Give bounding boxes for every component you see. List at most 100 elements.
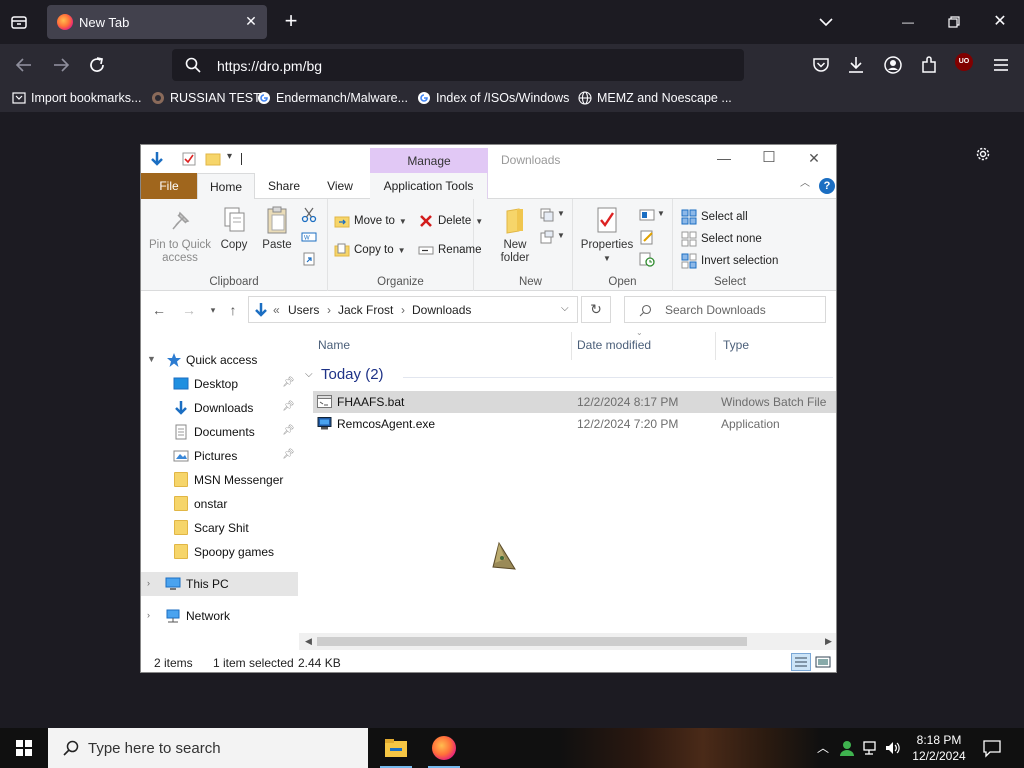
bookmark-item[interactable]: MEMZ and Noescape ... — [578, 91, 732, 105]
new-item-icon[interactable] — [539, 207, 555, 223]
open-icon[interactable] — [639, 207, 655, 223]
minimize-button[interactable]: — — [898, 12, 918, 32]
extensions-icon[interactable] — [918, 54, 940, 76]
window-close-button[interactable]: ✕ — [990, 12, 1010, 32]
search-input[interactable]: Search Downloads — [624, 296, 826, 323]
new-folder-button[interactable]: New folder — [495, 205, 535, 265]
show-hidden-icons-chevron-icon[interactable]: ︿ — [814, 739, 832, 757]
volume-icon[interactable] — [884, 739, 902, 757]
new-item-caret[interactable]: ▼ — [557, 209, 565, 218]
column-separator[interactable] — [715, 332, 716, 360]
taskbar-clock[interactable]: 8:18 PM 12/2/2024 — [906, 732, 972, 764]
copy-path-icon[interactable]: W — [301, 229, 317, 245]
nav-network[interactable]: › Network — [141, 604, 298, 628]
expanded-chevron-icon[interactable]: ▼ — [147, 354, 156, 364]
hamburger-menu-icon[interactable] — [990, 54, 1012, 76]
column-header-date-modified[interactable]: Date modified — [577, 338, 651, 352]
taskbar-firefox[interactable] — [420, 728, 468, 768]
rename-button[interactable]: Rename — [418, 242, 481, 258]
taskbar-file-explorer[interactable] — [372, 728, 420, 768]
restore-button[interactable] — [944, 12, 964, 32]
nav-pictures[interactable]: Pictures 📌︎ — [141, 444, 298, 468]
horizontal-scrollbar[interactable]: ◀ ▶ — [299, 633, 836, 650]
tab-view[interactable]: View — [315, 173, 365, 199]
bookmark-item[interactable]: RUSSIAN TEST — [151, 91, 261, 105]
paste-button[interactable]: Paste — [257, 205, 297, 252]
maximize-button[interactable]: ☐ — [761, 150, 777, 166]
tab-share[interactable]: Share — [259, 173, 309, 199]
taskbar-search-box[interactable]: Type here to search — [48, 728, 368, 768]
nav-spoopy-games[interactable]: Spoopy games — [141, 540, 298, 564]
delete-button[interactable]: Delete ▼ — [418, 213, 483, 229]
easy-access-caret[interactable]: ▼ — [557, 231, 565, 240]
large-icons-view-icon[interactable] — [813, 653, 833, 671]
column-separator[interactable] — [571, 332, 572, 360]
refresh-button[interactable]: ↻ — [581, 296, 611, 323]
select-all-button[interactable]: Select all — [681, 209, 748, 225]
nav-downloads[interactable]: Downloads 📌︎ — [141, 396, 298, 420]
notification-icon[interactable] — [982, 738, 1002, 758]
forward-arrow-icon[interactable] — [50, 54, 72, 76]
pocket-icon[interactable] — [810, 54, 832, 76]
breadcrumb-jack-frost[interactable]: Jack Frost — [338, 303, 393, 317]
manage-context-tab[interactable]: Manage — [370, 148, 488, 173]
history-icon[interactable] — [639, 251, 655, 267]
move-to-button[interactable]: Move to ▼ — [334, 213, 407, 229]
download-icon[interactable] — [845, 54, 867, 76]
tab-list-icon[interactable] — [10, 13, 28, 31]
breadcrumb-users[interactable]: Users — [288, 303, 319, 317]
new-tab-button[interactable]: + — [280, 10, 302, 32]
bookmark-item[interactable]: Endermanch/Malware... — [257, 91, 408, 105]
up-arrow-icon[interactable]: ↑ — [225, 302, 241, 318]
back-arrow-icon[interactable]: ← — [151, 302, 167, 318]
collapsed-chevron-icon[interactable]: › — [147, 610, 150, 620]
open-caret[interactable]: ▼ — [657, 209, 665, 218]
nav-quick-access[interactable]: ▼ Quick access — [141, 348, 298, 372]
scroll-left-icon[interactable]: ◀ — [301, 634, 316, 649]
nav-this-pc[interactable]: › This PC — [141, 572, 298, 596]
bookmark-item[interactable]: Import bookmarks... — [12, 91, 141, 105]
properties-button[interactable]: Properties ▼ — [579, 205, 635, 265]
user-tray-icon[interactable] — [838, 739, 856, 757]
address-bar[interactable]: « Users › Jack Frost › Downloads ⌵ — [248, 296, 578, 323]
group-header-today[interactable]: Today (2) — [321, 366, 384, 383]
copy-to-button[interactable]: Copy to ▼ — [334, 242, 406, 258]
bookmark-item[interactable]: Index of /ISOs/Windows — [417, 91, 569, 105]
recent-locations-chevron-icon[interactable]: ▾ — [205, 302, 221, 318]
pin-to-quick-access-button[interactable]: Pin to Quick access — [147, 205, 213, 265]
easy-access-icon[interactable] — [539, 229, 555, 245]
ublock-origin-icon[interactable]: UO — [955, 53, 973, 71]
collapsed-chevron-icon[interactable]: › — [147, 578, 150, 588]
address-history-chevron-icon[interactable]: ⌵ — [561, 303, 569, 314]
select-none-button[interactable]: Select none — [681, 231, 762, 247]
breadcrumb-overflow[interactable]: « — [273, 303, 280, 317]
nav-documents[interactable]: Documents 📌︎ — [141, 420, 298, 444]
customize-qat-icon[interactable]: ▾ — [227, 151, 232, 167]
chevron-up-icon[interactable]: ︿ — [799, 178, 811, 190]
group-collapse-chevron-icon[interactable]: ⌵ — [305, 369, 313, 380]
forward-arrow-icon[interactable]: → — [181, 302, 197, 318]
nav-msn-messenger[interactable]: MSN Messenger — [141, 468, 298, 492]
scrollbar-thumb[interactable] — [317, 637, 747, 646]
nav-scary-shit[interactable]: Scary Shit — [141, 516, 298, 540]
paste-shortcut-icon[interactable] — [301, 251, 317, 267]
minimize-button[interactable]: — — [716, 150, 732, 166]
tab-file[interactable]: File — [141, 173, 197, 199]
help-icon[interactable]: ? — [819, 178, 835, 194]
tab-home[interactable]: Home — [197, 173, 255, 200]
windows-start-icon[interactable] — [0, 728, 48, 768]
cut-icon[interactable] — [301, 207, 317, 223]
details-view-icon[interactable] — [791, 653, 811, 671]
back-arrow-icon[interactable] — [13, 54, 35, 76]
copy-button[interactable]: Copy — [217, 205, 251, 252]
reload-icon[interactable] — [86, 54, 108, 76]
file-row[interactable]: RemcosAgent.exe 12/2/2024 7:20 PM Applic… — [313, 413, 836, 435]
file-row[interactable]: FHAAFS.bat 12/2/2024 8:17 PM Windows Bat… — [313, 391, 836, 413]
tab-application-tools[interactable]: Application Tools — [370, 173, 488, 199]
network-tray-icon[interactable] — [862, 739, 880, 757]
close-button[interactable]: ✕ — [806, 150, 822, 166]
properties-check-icon[interactable] — [181, 151, 197, 167]
gear-icon[interactable] — [974, 145, 992, 163]
column-header-type[interactable]: Type — [723, 338, 749, 352]
edit-icon[interactable] — [639, 229, 655, 245]
